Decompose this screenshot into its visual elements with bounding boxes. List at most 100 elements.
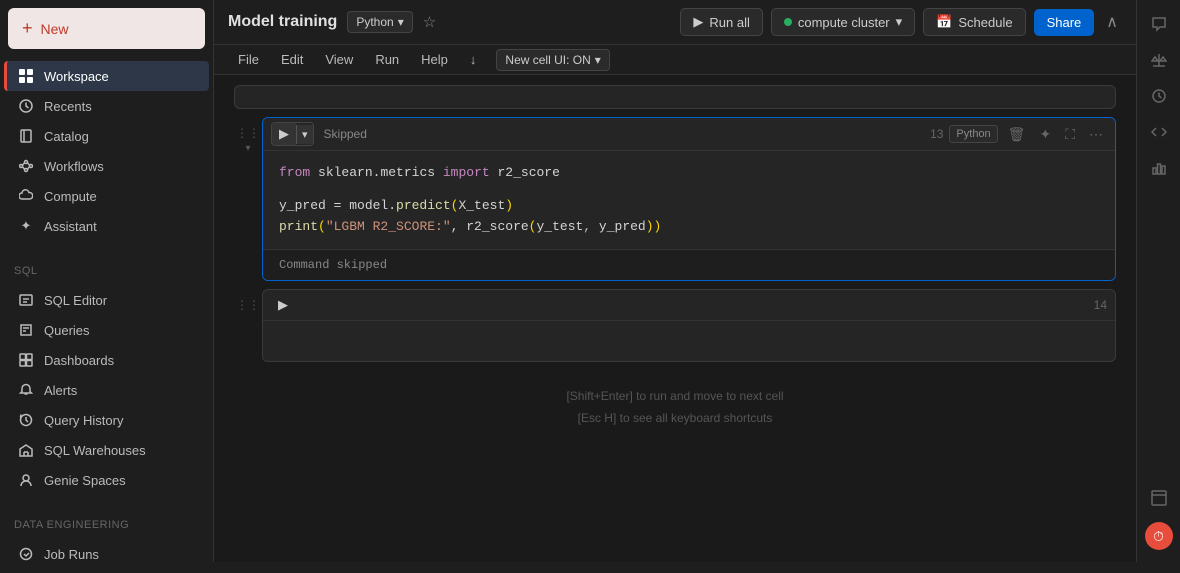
sidebar-item-job-runs[interactable]: Job Runs <box>4 539 209 569</box>
hint-line-1: [Shift+Enter] to run and move to next ce… <box>250 386 1100 408</box>
plus-icon: + <box>22 18 33 39</box>
cell-code-13[interactable]: from sklearn.metrics import r2_score y_p… <box>263 151 1115 249</box>
cell-collapse-arrow[interactable]: ▾ <box>245 143 250 154</box>
run-all-button[interactable]: ▶ Run all <box>680 8 762 36</box>
sidebar-item-sql-editor[interactable]: SQL Editor <box>4 285 209 315</box>
chart-icon-button[interactable] <box>1143 152 1175 184</box>
menu-file[interactable]: File <box>228 48 269 71</box>
new-cell-ui-toggle[interactable]: New cell UI: ON ▾ <box>496 49 609 71</box>
dashboard-icon <box>18 352 34 368</box>
cell-drag-handle[interactable]: ⋮⋮ <box>236 299 260 311</box>
sidebar-item-genie-spaces[interactable]: Genie Spaces <box>4 465 209 495</box>
jobs-icon <box>18 546 34 562</box>
cell-13: ▶ ▾ Skipped 13 Python 🗑 ✦ ⛶ ⋯ from sklea… <box>262 117 1116 281</box>
code-blank-line <box>279 184 1099 196</box>
new-button[interactable]: + New <box>8 8 205 49</box>
star-button[interactable]: ☆ <box>423 13 436 31</box>
cell-toolbar-14: ▶ 14 <box>263 290 1115 321</box>
data-eng-nav: Job Runs <box>0 535 213 573</box>
warehouse-icon <box>18 442 34 458</box>
book-icon <box>18 128 34 144</box>
topbar-actions: ▶ Run all compute cluster ▾ 📅 Schedule S… <box>680 8 1122 36</box>
cell-language-badge[interactable]: Python <box>949 125 997 143</box>
code-line-1: from sklearn.metrics import r2_score <box>279 163 1099 184</box>
cell-status: Skipped <box>324 127 367 141</box>
schedule-button[interactable]: 📅 Schedule <box>923 8 1025 36</box>
sidebar: + New Workspace Recents Catalog Workfl <box>0 0 214 562</box>
run-cell-button-14[interactable]: ▶ <box>271 294 295 316</box>
main-nav: Workspace Recents Catalog Workflows Comp… <box>0 57 213 245</box>
cell-wrapper-14: ⋮⋮ ▶ 14 <box>234 289 1116 362</box>
code-line-3: y_pred = model.predict(X_test) <box>279 196 1099 217</box>
notebook[interactable]: ⋮⋮ ▾ ▶ ▾ Skipped 13 Python 🗑 ✦ ⛶ ⋯ <box>214 75 1136 562</box>
share-button[interactable]: Share <box>1034 9 1095 36</box>
sql-icon <box>18 292 34 308</box>
cloud-icon <box>18 188 34 204</box>
sidebar-item-catalog[interactable]: Catalog <box>4 121 209 151</box>
clock-badge-icon[interactable]: ⏱ <box>1145 522 1173 550</box>
collapse-button[interactable]: ∧ <box>1102 8 1122 36</box>
cell-toolbar-13: ▶ ▾ Skipped 13 Python 🗑 ✦ ⛶ ⋯ <box>263 118 1115 151</box>
compute-cluster-button[interactable]: compute cluster ▾ <box>771 8 915 36</box>
bell-icon <box>18 382 34 398</box>
chat-icon-button[interactable] <box>1143 8 1175 40</box>
right-sidebar: ⏱ <box>1136 0 1180 562</box>
run-dropdown-button[interactable]: ▾ <box>296 125 313 144</box>
history-icon <box>18 412 34 428</box>
sidebar-item-sql-warehouses[interactable]: SQL Warehouses <box>4 435 209 465</box>
cell-number-14: 14 <box>1094 298 1107 312</box>
topbar: Model training Python ▾ ☆ ▶ Run all comp… <box>214 0 1136 45</box>
notebook-hints: [Shift+Enter] to run and move to next ce… <box>234 370 1116 445</box>
menubar: File Edit View Run Help ↓ New cell UI: O… <box>214 45 1136 75</box>
calendar-icon: 📅 <box>936 14 952 30</box>
play-icon: ▶ <box>693 14 703 30</box>
menu-edit[interactable]: Edit <box>271 48 313 71</box>
hint-line-2: [Esc H] to see all keyboard shortcuts <box>250 408 1100 430</box>
cell-wrapper-13: ⋮⋮ ▾ ▶ ▾ Skipped 13 Python 🗑 ✦ ⛶ ⋯ <box>234 117 1116 281</box>
menu-run[interactable]: Run <box>365 48 409 71</box>
sidebar-item-recents[interactable]: Recents <box>4 91 209 121</box>
run-btn-group: ▶ ▾ <box>271 122 314 146</box>
sidebar-item-query-history[interactable]: Query History <box>4 405 209 435</box>
sidebar-item-assistant[interactable]: ✦ Assistant <box>4 211 209 241</box>
notebook-title: Model training <box>228 13 337 31</box>
sparkle-icon: ✦ <box>18 218 34 234</box>
flow-icon <box>18 158 34 174</box>
sidebar-item-workspace[interactable]: Workspace <box>4 61 209 91</box>
run-cell-button[interactable]: ▶ <box>272 123 296 145</box>
ai-assist-button[interactable]: ✦ <box>1035 124 1055 145</box>
code-token: from <box>279 165 310 180</box>
menu-more[interactable]: ↓ <box>460 48 487 71</box>
cell-14: ▶ 14 <box>262 289 1116 362</box>
chevron-down-icon: ▾ <box>398 15 404 29</box>
history-icon-button[interactable] <box>1143 80 1175 112</box>
genie-icon <box>18 472 34 488</box>
data-eng-label: Data Engineering <box>0 511 213 535</box>
clock-badge: ⏱ <box>1145 522 1173 550</box>
code-icon-button[interactable] <box>1143 116 1175 148</box>
sidebar-item-compute[interactable]: Compute <box>4 181 209 211</box>
menu-help[interactable]: Help <box>411 48 458 71</box>
code-token: import <box>443 165 490 180</box>
menu-view[interactable]: View <box>315 48 363 71</box>
scale-icon-button[interactable] <box>1143 44 1175 76</box>
cell-empty-14[interactable] <box>263 321 1115 361</box>
cell-gutter-13: ⋮⋮ ▾ <box>234 117 262 154</box>
sidebar-item-alerts[interactable]: Alerts <box>4 375 209 405</box>
clock-icon <box>18 98 34 114</box>
delete-cell-button[interactable]: 🗑 <box>1004 124 1030 145</box>
more-options-button[interactable]: ⋯ <box>1085 124 1107 145</box>
cell-drag-handle[interactable]: ⋮⋮ <box>236 127 260 139</box>
sidebar-item-dashboards[interactable]: Dashboards <box>4 345 209 375</box>
grid-icon <box>18 68 34 84</box>
sql-nav: SQL Editor Queries Dashboards Alerts Que… <box>0 281 213 499</box>
chevron-down-icon: ▾ <box>896 14 903 30</box>
cell-gutter-14: ⋮⋮ <box>234 289 262 311</box>
sql-section-label: SQL <box>0 257 213 281</box>
language-selector[interactable]: Python ▾ <box>347 11 412 33</box>
sidebar-item-workflows[interactable]: Workflows <box>4 151 209 181</box>
expand-cell-button[interactable]: ⛶ <box>1061 124 1079 145</box>
code-line-4: print("LGBM R2_SCORE:", r2_score(y_test,… <box>279 217 1099 238</box>
sidebar-item-queries[interactable]: Queries <box>4 315 209 345</box>
layout-icon-button[interactable] <box>1143 482 1175 514</box>
